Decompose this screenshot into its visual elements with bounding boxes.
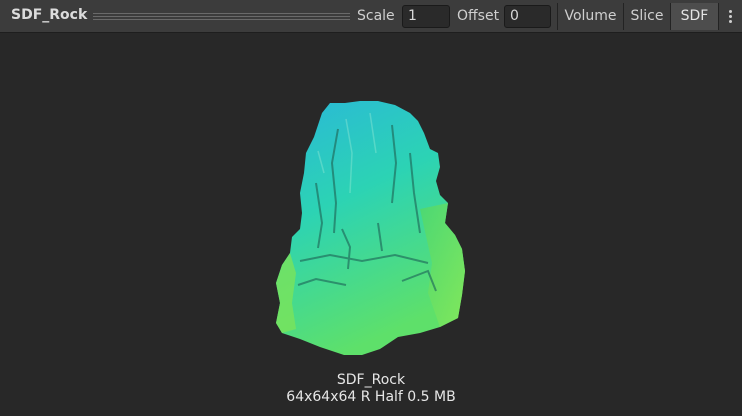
rock-sdf-render <box>276 101 465 355</box>
sdf-button[interactable]: SDF <box>670 3 718 30</box>
drag-grip[interactable] <box>93 13 350 20</box>
slice-button[interactable]: Slice <box>623 3 670 30</box>
volume-button[interactable]: Volume <box>557 3 623 30</box>
offset-label: Offset <box>457 8 500 24</box>
preview-area[interactable]: SDF_Rock 64x64x64 R Half 0.5 MB <box>0 33 742 416</box>
scale-label: Scale <box>357 8 395 24</box>
preview-toolbar: SDF_Rock Scale 1 Offset 0 Volume Slice S… <box>0 0 742 33</box>
kebab-menu-icon[interactable] <box>718 3 742 30</box>
asset-info-description: 64x64x64 R Half 0.5 MB <box>286 389 456 405</box>
offset-input[interactable]: 0 <box>504 5 551 28</box>
asset-title: SDF_Rock <box>11 7 88 23</box>
scale-input[interactable]: 1 <box>402 5 450 28</box>
asset-info-name: SDF_Rock <box>336 372 406 388</box>
